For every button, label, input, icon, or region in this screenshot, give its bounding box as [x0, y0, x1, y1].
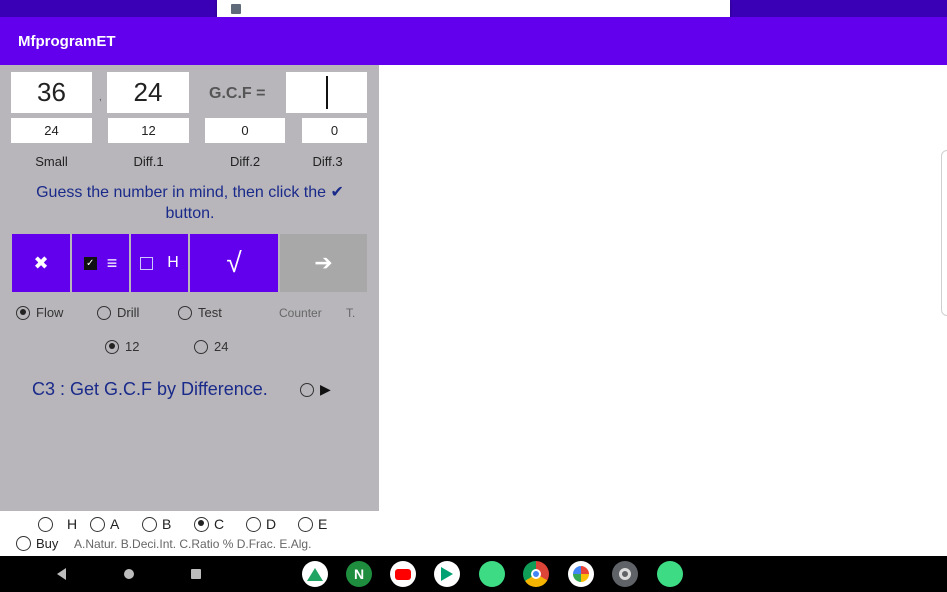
image-icon — [231, 4, 241, 14]
diff1-value: 12 — [108, 118, 189, 143]
radio-selected-icon — [105, 339, 119, 354]
level-a-radio[interactable]: A — [90, 516, 119, 532]
radio-empty-icon — [194, 339, 208, 354]
level-legend: A.Natur. B.Deci.Int. C.Ratio % D.Frac. E… — [74, 537, 312, 551]
radio-empty-icon — [246, 516, 261, 532]
settings-icon[interactable] — [612, 561, 638, 587]
buy-radio[interactable]: Buy — [16, 536, 58, 551]
mode-test-radio[interactable]: Test — [178, 305, 222, 320]
android-app-icon[interactable] — [479, 561, 505, 587]
h-label: H — [167, 254, 179, 271]
chapter-play-radio[interactable]: ▶ — [300, 381, 331, 398]
checkbox-checked-icon: ✓ — [83, 256, 97, 270]
menu-toggle-button[interactable]: ✓ ≡ — [72, 234, 129, 292]
close-icon: ✖ — [33, 252, 49, 273]
t-label: T. — [346, 306, 356, 320]
radio-empty-icon — [298, 516, 313, 532]
number-2-field[interactable]: 24 — [107, 72, 189, 113]
level-e-radio[interactable]: E — [298, 516, 327, 532]
gcf-label: G.C.F = — [209, 85, 266, 102]
instruction-text: Guess the number in mind, then click the… — [36, 184, 344, 222]
diff3-label: Diff.3 — [312, 154, 343, 169]
radio-empty-icon — [38, 516, 53, 532]
level-d-radio[interactable]: D — [246, 516, 276, 532]
small-label: Small — [35, 154, 68, 169]
app-title: MfprogramET — [18, 33, 116, 50]
radio-empty-icon — [300, 382, 314, 397]
number-1-field[interactable]: 36 — [11, 72, 92, 113]
radio-empty-icon — [90, 516, 105, 532]
next-button[interactable]: ➔ — [280, 234, 367, 292]
level-b-radio[interactable]: B — [142, 516, 171, 532]
diff2-value: 0 — [205, 118, 285, 143]
arrow-right-icon: ➔ — [314, 250, 333, 275]
mode-drill-radio[interactable]: Drill — [97, 305, 139, 320]
navigation-bar — [0, 556, 947, 592]
check-answer-button[interactable]: √ — [190, 234, 278, 292]
n-app-icon[interactable]: N — [346, 561, 372, 587]
play-store-icon[interactable] — [434, 561, 460, 587]
app-bar: MfprogramET — [0, 17, 947, 65]
checkbox-empty-icon — [140, 256, 154, 270]
play-icon: ▶ — [320, 381, 331, 397]
chrome-icon[interactable] — [523, 561, 549, 587]
diff3-value: 0 — [302, 118, 367, 143]
mode-flow-radio[interactable]: Flow — [16, 305, 63, 320]
chapter-title: C3 : Get G.C.F by Difference. — [32, 379, 268, 399]
radio-selected-icon — [194, 516, 209, 532]
level-h-radio[interactable]: H — [38, 516, 77, 532]
diff1-label: Diff.1 — [133, 154, 164, 169]
clear-button[interactable]: ✖ — [12, 234, 70, 292]
count-24-radio[interactable]: 24 — [194, 339, 228, 354]
count-12-radio[interactable]: 12 — [105, 339, 139, 354]
separator: , — [99, 92, 102, 103]
check-icon: √ — [226, 247, 242, 278]
youtube-icon[interactable] — [390, 561, 416, 587]
small-value: 24 — [11, 118, 92, 143]
level-c-radio[interactable]: C — [194, 516, 224, 532]
photos-icon[interactable] — [568, 561, 594, 587]
text-cursor — [326, 76, 328, 109]
android-app-icon-2[interactable] — [657, 561, 683, 587]
edge-panel-handle[interactable] — [941, 150, 947, 316]
radio-empty-icon — [142, 516, 157, 532]
diff2-label: Diff.2 — [229, 154, 261, 169]
google-drive-icon[interactable] — [302, 561, 328, 587]
radio-empty-icon — [16, 536, 31, 551]
radio-selected-icon — [16, 305, 30, 320]
home-icon[interactable] — [124, 569, 134, 579]
counter-label: Counter — [279, 306, 322, 320]
recents-icon[interactable] — [191, 569, 201, 579]
h-toggle-button[interactable]: H — [131, 234, 188, 292]
menu-icon: ≡ — [106, 252, 118, 273]
radio-empty-icon — [178, 305, 192, 320]
back-icon[interactable] — [57, 568, 66, 580]
radio-empty-icon — [97, 305, 111, 320]
